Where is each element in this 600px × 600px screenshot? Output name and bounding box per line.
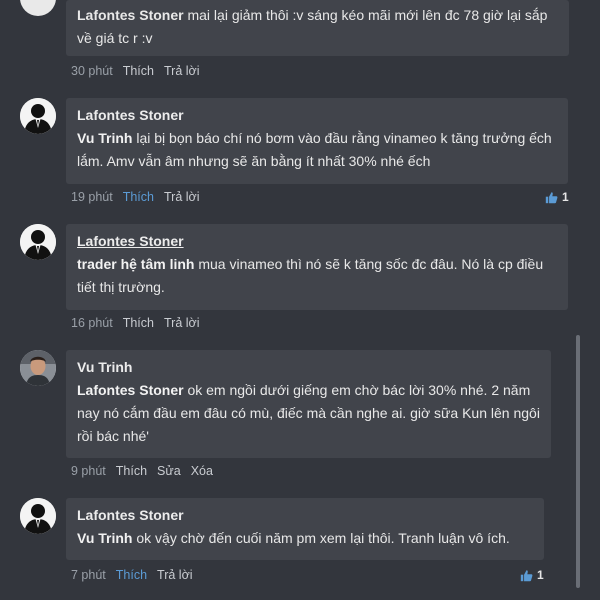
avatar[interactable] xyxy=(20,350,56,386)
comment-meta: 7 phút Thích Trả lời xyxy=(71,568,203,582)
avatar[interactable] xyxy=(20,224,56,260)
like-button[interactable]: Thích xyxy=(116,464,147,478)
like-count[interactable]: 1 xyxy=(520,568,544,582)
comment-time[interactable]: 30 phút xyxy=(71,64,113,78)
like-button[interactable]: Thích xyxy=(123,316,154,330)
like-button[interactable]: Thích xyxy=(123,190,154,204)
comment-author[interactable]: Lafontes Stoner xyxy=(77,504,533,527)
reply-button[interactable]: Trả lời xyxy=(157,568,193,582)
comment-time[interactable]: 19 phút xyxy=(71,190,113,204)
thumbs-up-icon xyxy=(520,569,533,581)
delete-button[interactable]: Xóa xyxy=(191,464,213,478)
edit-button[interactable]: Sửa xyxy=(157,464,181,478)
reply-button[interactable]: Trả lời xyxy=(164,64,200,78)
scrollbar[interactable] xyxy=(576,335,580,588)
comment-text: ok vậy chờ đến cuối năm pm xem lại thôi.… xyxy=(136,530,510,546)
like-count-value: 1 xyxy=(562,190,569,204)
comment-mention[interactable]: trader hệ tâm linh xyxy=(77,256,194,272)
comment-mention[interactable]: Lafontes Stoner xyxy=(77,382,184,398)
like-count-value: 1 xyxy=(537,568,544,582)
comment-author[interactable]: Lafontes Stoner xyxy=(77,104,557,127)
comment-text: lại bị bọn báo chí nó bơm vào đầu rằng v… xyxy=(77,130,552,169)
comment-meta: 9 phút Thích Sửa Xóa xyxy=(71,464,223,478)
comment-author[interactable]: Lafontes Stoner xyxy=(77,230,557,253)
comment-meta: 19 phút Thích Trả lời xyxy=(71,190,210,204)
reply-button[interactable]: Trả lời xyxy=(164,316,200,330)
reply-button[interactable]: Trả lời xyxy=(164,190,200,204)
comment-bubble: Lafontes Stoner trader hệ tâm linh mua v… xyxy=(66,224,568,310)
comment-bubble: Lafontes Stoner Vu Trinh lại bị bọn báo … xyxy=(66,98,568,184)
avatar[interactable] xyxy=(20,98,56,134)
comment-bubble: Lafontes Stoner Vu Trinh ok vậy chờ đến … xyxy=(66,498,544,560)
comment-mention[interactable]: Vu Trinh xyxy=(77,530,132,546)
comment-time[interactable]: 9 phút xyxy=(71,464,106,478)
comment-bubble: Lafontes Stoner mai lại giảm thôi :v sán… xyxy=(66,0,569,56)
comment-thread: Lafontes Stoner mai lại giảm thôi :v sán… xyxy=(0,0,600,600)
like-button[interactable]: Thích xyxy=(116,568,147,582)
like-button[interactable]: Thích xyxy=(123,64,154,78)
avatar[interactable] xyxy=(20,0,56,16)
silhouette-suit-avatar-icon xyxy=(20,224,56,260)
silhouette-suit-avatar-icon xyxy=(20,498,56,534)
like-count[interactable]: 1 xyxy=(545,190,569,204)
comment-bubble: Vu Trinh Lafontes Stoner ok em ngồi dưới… xyxy=(66,350,551,458)
comment-meta: 30 phút Thích Trả lời xyxy=(71,64,210,78)
comment-meta: 16 phút Thích Trả lời xyxy=(71,316,210,330)
comment-time[interactable]: 16 phút xyxy=(71,316,113,330)
profile-photo-avatar-icon xyxy=(20,350,56,386)
comment-time[interactable]: 7 phút xyxy=(71,568,106,582)
comment-mention[interactable]: Vu Trinh xyxy=(77,130,132,146)
comment-author[interactable]: Lafontes Stoner xyxy=(77,7,184,23)
thumbs-up-icon xyxy=(545,191,558,203)
silhouette-suit-avatar-icon xyxy=(20,98,56,134)
comment-author[interactable]: Vu Trinh xyxy=(77,356,540,379)
avatar[interactable] xyxy=(20,498,56,534)
